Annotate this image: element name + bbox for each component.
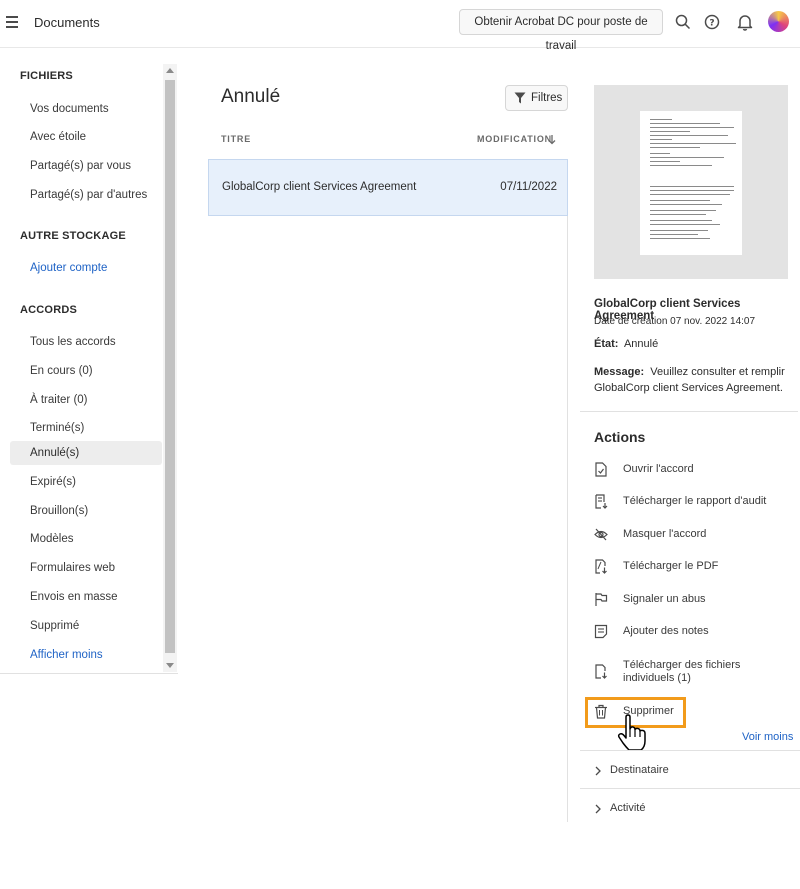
row-title: GlobalCorp client Services Agreement	[222, 181, 417, 193]
sidebar-item-bulk-sends[interactable]: Envois en masse	[10, 585, 162, 609]
column-title[interactable]: TITRE	[221, 134, 251, 144]
help-icon[interactable]: ?	[703, 13, 721, 31]
divider	[580, 788, 800, 789]
chevron-right-icon	[595, 804, 601, 814]
search-icon[interactable]	[674, 13, 692, 31]
sidebar-item-all-agreements[interactable]: Tous les accords	[10, 330, 162, 354]
filter-label: Filtres	[531, 92, 563, 104]
app-header: Documents Obtenir Acrobat DC pour poste …	[0, 0, 800, 52]
filter-button[interactable]: Filtres	[505, 85, 568, 111]
filter-icon	[514, 92, 526, 104]
state-label: État:	[594, 338, 619, 350]
table-row[interactable]: GlobalCorp client Services Agreement 07/…	[208, 159, 568, 216]
sidebar-item-to-process[interactable]: À traiter (0)	[10, 388, 162, 412]
sidebar-item-deleted[interactable]: Supprimé	[10, 614, 162, 638]
svg-text:?: ?	[709, 19, 714, 29]
state-value: Annulé	[623, 338, 659, 350]
row-date: 07/11/2022	[500, 181, 557, 193]
sidebar-item-your-documents[interactable]: Vos documents	[10, 97, 162, 121]
bell-icon[interactable]	[736, 13, 754, 31]
hand-pointer-icon	[617, 714, 646, 751]
sidebar-item-templates[interactable]: Modèles	[10, 527, 162, 551]
add-notes-action[interactable]: Ajouter des notes	[594, 624, 790, 640]
sidebar-item-web-forms[interactable]: Formulaires web	[10, 556, 162, 580]
menu-icon[interactable]	[6, 13, 20, 31]
section-title-storage: AUTRE STOCKAGE	[20, 230, 126, 242]
file-download-icon	[595, 664, 607, 679]
doc-message: Message: Veuillez consulter et remplir G…	[594, 364, 790, 396]
scroll-down-icon[interactable]	[166, 663, 174, 668]
download-pdf-action[interactable]: Télécharger le PDF	[594, 559, 790, 575]
add-account-link[interactable]: Ajouter compte	[10, 256, 162, 280]
sidebar-item-completed[interactable]: Terminé(s)	[10, 416, 162, 440]
document-preview[interactable]	[594, 85, 788, 279]
show-less-link[interactable]: Afficher moins	[10, 643, 162, 667]
doc-created-date: Date de création 07 nov. 2022 14:07	[594, 316, 756, 327]
flag-icon	[595, 593, 608, 606]
eye-off-icon	[594, 528, 608, 541]
divider	[580, 411, 798, 412]
preview-page	[640, 111, 742, 255]
avatar[interactable]	[768, 11, 789, 32]
sort-down-icon[interactable]	[547, 134, 557, 145]
activity-accordion[interactable]: Activité	[594, 802, 744, 816]
document-check-icon	[595, 462, 607, 477]
see-less-link[interactable]: Voir moins	[742, 731, 793, 743]
download-individual-files-action[interactable]: Télécharger des fichiers individuels (1)	[594, 658, 790, 686]
sidebar-item-cancelled[interactable]: Annulé(s)	[10, 441, 162, 465]
column-modified[interactable]: MODIFICATION	[477, 134, 552, 144]
scroll-up-icon[interactable]	[166, 68, 174, 73]
download-audit-report-action[interactable]: Télécharger le rapport d'audit	[594, 494, 790, 510]
sidebar-item-shared-by-others[interactable]: Partagé(s) par d'autres	[10, 183, 162, 207]
audit-report-icon	[595, 494, 608, 509]
sidebar: FICHIERS Vos documents Avec étoile Parta…	[0, 62, 178, 674]
section-title-files: FICHIERS	[20, 70, 73, 82]
notes-icon	[594, 624, 608, 639]
get-acrobat-button[interactable]: Obtenir Acrobat DC pour poste de travail	[459, 9, 663, 52]
sidebar-scrollbar[interactable]	[163, 64, 177, 672]
sidebar-item-in-progress[interactable]: En cours (0)	[10, 359, 162, 383]
chevron-right-icon	[595, 766, 601, 776]
sidebar-item-expired[interactable]: Expiré(s)	[10, 470, 162, 494]
hide-agreement-action[interactable]: Masquer l'accord	[594, 527, 790, 543]
sidebar-item-starred[interactable]: Avec étoile	[10, 125, 162, 149]
scroll-thumb[interactable]	[165, 80, 175, 653]
actions-title: Actions	[594, 429, 646, 445]
open-agreement-action[interactable]: Ouvrir l'accord	[594, 462, 790, 478]
divider	[580, 750, 800, 751]
page-title: Annulé	[221, 86, 281, 107]
sidebar-item-shared-by-you[interactable]: Partagé(s) par vous	[10, 154, 162, 178]
panel-separator	[567, 216, 568, 822]
recipient-accordion[interactable]: Destinataire	[594, 764, 744, 778]
section-title-agreements: ACCORDS	[20, 304, 78, 316]
sidebar-item-drafts[interactable]: Brouillon(s)	[10, 499, 162, 523]
app-title: Documents	[34, 15, 100, 30]
pdf-download-icon	[595, 559, 607, 574]
message-label: Message:	[594, 366, 645, 378]
report-abuse-action[interactable]: Signaler un abus	[594, 592, 790, 608]
doc-state: État: Annulé	[594, 338, 658, 350]
